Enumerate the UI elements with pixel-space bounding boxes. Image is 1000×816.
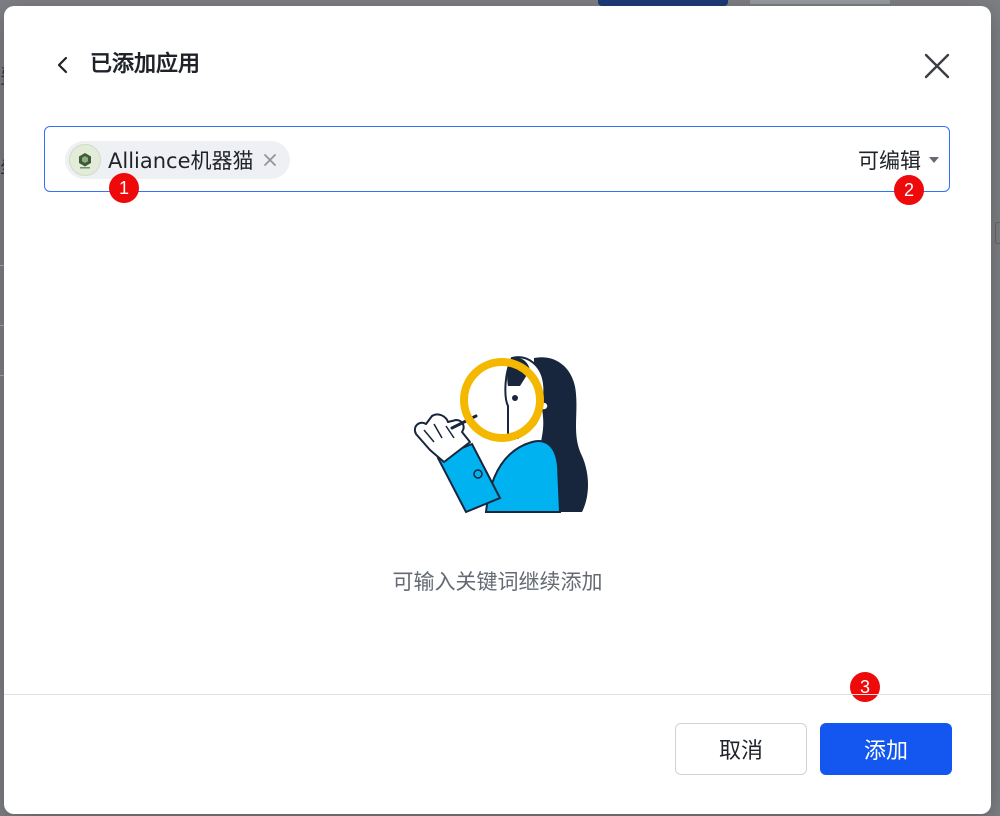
close-button[interactable] (923, 52, 951, 80)
add-app-dialog: 已添加应用 Alliance机器猫 可编辑 1 2 可输入关键词继续添加 3 取… (4, 6, 991, 814)
annotation-badge-3: 3 (850, 672, 880, 702)
cancel-button[interactable]: 取消 (675, 723, 807, 775)
annotation-badge-1: 1 (109, 173, 139, 203)
close-icon (263, 154, 276, 166)
footer-divider (4, 694, 991, 695)
app-picker-input[interactable]: Alliance机器猫 可编辑 (44, 126, 950, 192)
remove-tag-button[interactable] (262, 152, 278, 168)
background-tab (750, 0, 890, 4)
dialog-title: 已添加应用 (90, 52, 201, 77)
alliance-robot-cat-logo-icon (69, 144, 101, 176)
empty-state-hint: 可输入关键词继续添加 (392, 570, 603, 594)
empty-search-illustration (404, 346, 594, 516)
permission-selected-label: 可编辑 (858, 149, 921, 173)
background-fragment (995, 222, 1000, 244)
add-button[interactable]: 添加 (820, 723, 952, 775)
chevron-left-icon (57, 56, 68, 74)
dialog-header: 已添加应用 (4, 6, 991, 126)
close-icon (924, 53, 950, 79)
caret-down-icon (929, 157, 939, 163)
annotation-badge-2: 2 (894, 175, 924, 205)
selected-app-name: Alliance机器猫 (108, 149, 254, 173)
selected-app-tag: Alliance机器猫 (65, 141, 290, 179)
back-button[interactable] (52, 54, 74, 76)
permission-dropdown[interactable]: 可编辑 (858, 145, 939, 175)
